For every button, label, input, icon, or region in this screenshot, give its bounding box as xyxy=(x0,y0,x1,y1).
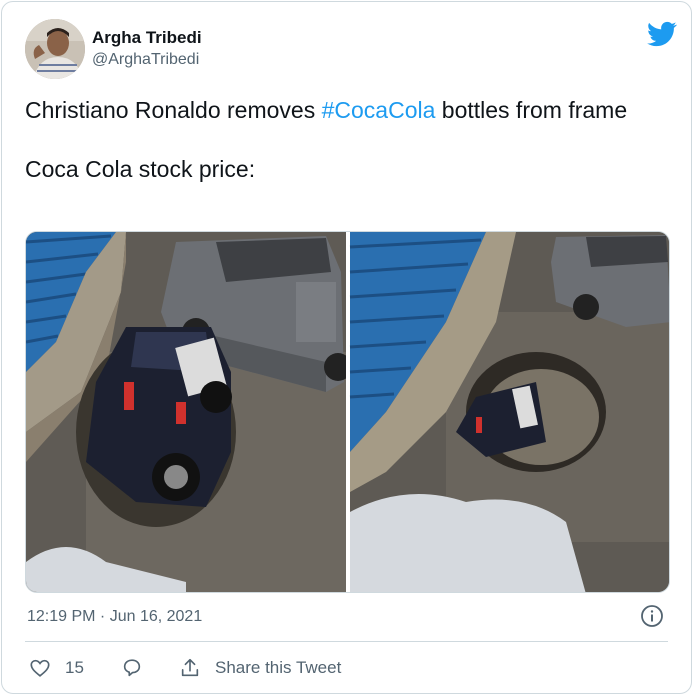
tweet-card: Argha Tribedi @ArghaTribedi Christiano R… xyxy=(1,1,692,694)
tweet-timestamp[interactable]: 12:19 PM · Jun 16, 2021 xyxy=(27,606,202,628)
tweet-text-part: Christiano Ronaldo removes xyxy=(25,97,322,123)
tweet-media-image[interactable] xyxy=(25,231,670,593)
hashtag-link[interactable]: #CocaCola xyxy=(322,97,436,123)
speech-bubble-icon xyxy=(123,659,141,677)
tweet-actions: 15 Share this Tweet xyxy=(25,654,665,682)
share-upload-icon xyxy=(181,658,199,677)
tweet-second-paragraph: Coca Cola stock price: xyxy=(25,156,256,182)
tweet-header: Argha Tribedi @ArghaTribedi xyxy=(25,19,677,79)
author-names: Argha Tribedi @ArghaTribedi xyxy=(92,27,202,71)
heart-icon xyxy=(30,659,50,677)
share-label: Share this Tweet xyxy=(215,658,342,677)
tweet-text: Christiano Ronaldo removes #CocaCola bot… xyxy=(25,96,665,184)
like-count: 15 xyxy=(65,658,84,677)
info-icon[interactable] xyxy=(640,604,664,628)
author-handle[interactable]: @ArghaTribedi xyxy=(92,49,202,71)
author-display-name[interactable]: Argha Tribedi xyxy=(92,27,202,49)
share-button[interactable]: Share this Tweet xyxy=(179,654,341,682)
reply-button[interactable] xyxy=(121,654,143,682)
like-button[interactable]: 15 xyxy=(29,654,84,682)
avatar[interactable] xyxy=(25,19,85,79)
twitter-bird-icon[interactable] xyxy=(647,19,677,49)
divider xyxy=(25,641,668,642)
tweet-text-part: bottles from frame xyxy=(435,97,628,123)
